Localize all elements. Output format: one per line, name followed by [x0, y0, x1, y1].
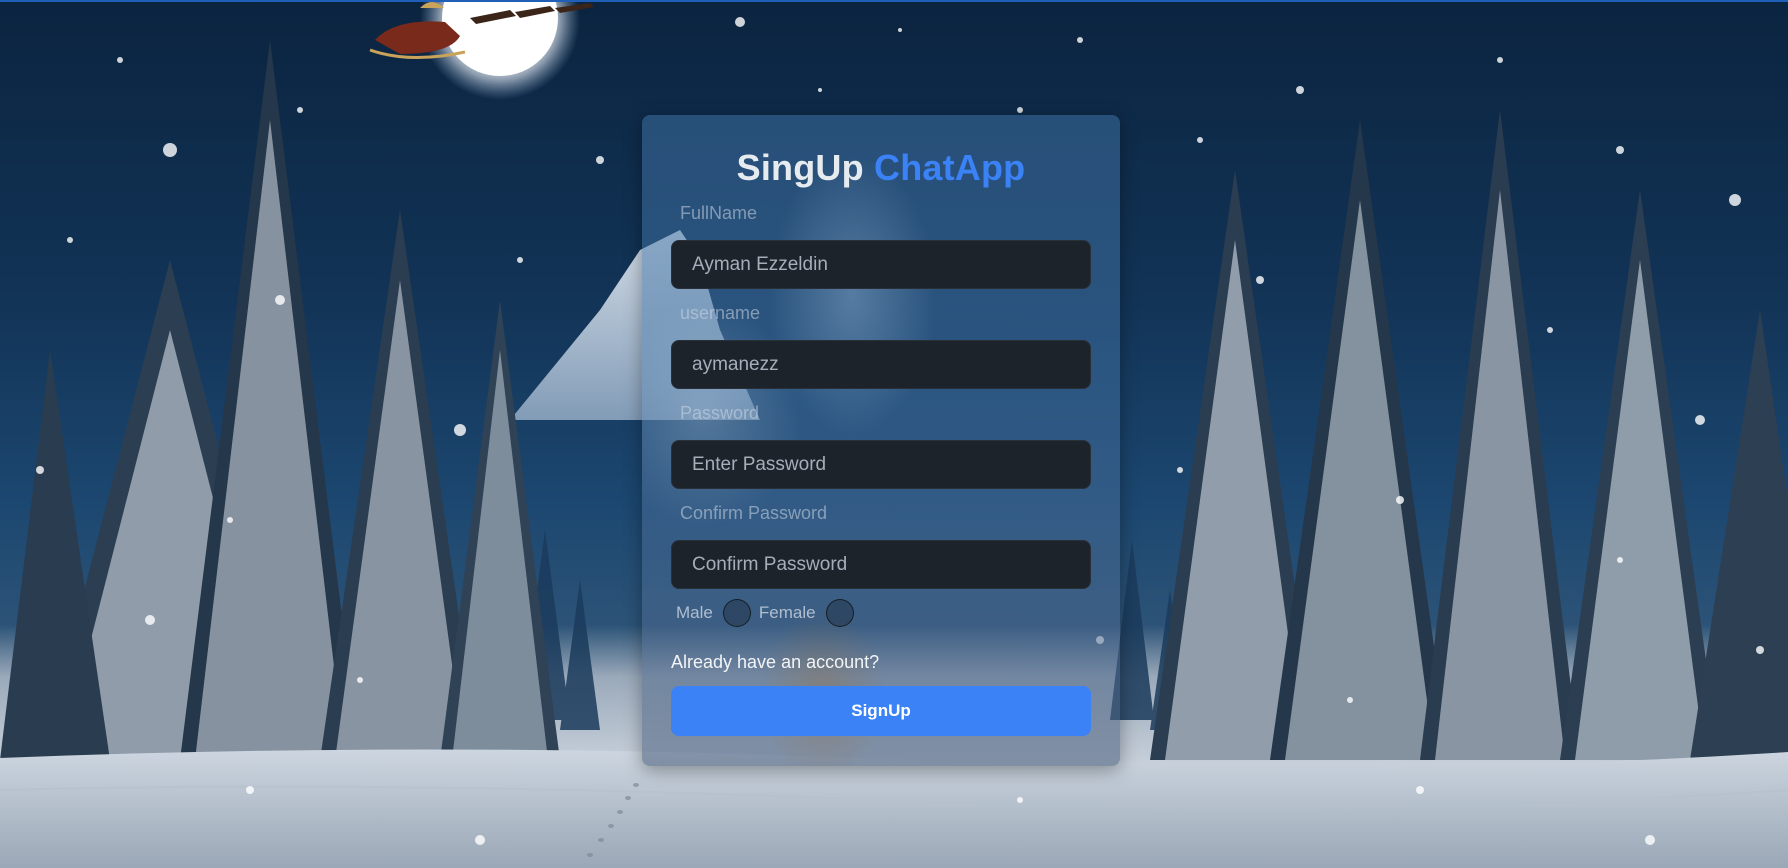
male-radio[interactable]	[722, 599, 751, 627]
page-title: SingUp ChatApp	[642, 147, 1120, 189]
top-accent-line	[0, 0, 1788, 2]
confirm-password-input[interactable]	[671, 540, 1091, 589]
gender-option-female[interactable]: Female	[759, 599, 854, 627]
title-main: SingUp	[736, 147, 864, 188]
password-label: Password	[680, 403, 760, 423]
female-label: Female	[758, 603, 816, 622]
gender-selector: Male Female	[676, 599, 862, 627]
left-trees	[0, 40, 560, 760]
password-input[interactable]	[671, 440, 1091, 489]
username-input[interactable]	[671, 340, 1091, 389]
fullname-input[interactable]	[671, 240, 1091, 289]
signup-card: SingUp ChatApp FullName username Passwor…	[642, 115, 1120, 766]
male-label: Male	[676, 603, 713, 622]
right-trees	[1150, 110, 1788, 760]
confirm-password-label: Confirm Password	[680, 503, 828, 523]
signup-button[interactable]: SignUp	[671, 686, 1091, 736]
title-accent: ChatApp	[874, 147, 1026, 188]
login-link[interactable]: Already have an account?	[671, 652, 879, 673]
username-label: username	[680, 303, 761, 323]
female-radio[interactable]	[825, 599, 854, 627]
fullname-label: FullName	[680, 203, 758, 223]
gender-option-male[interactable]: Male	[676, 599, 751, 627]
